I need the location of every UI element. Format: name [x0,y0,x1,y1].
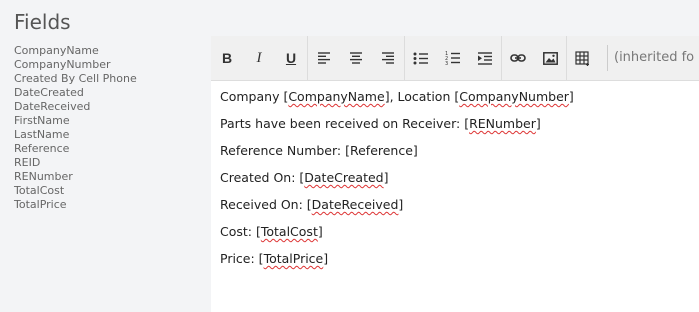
field-item[interactable]: CompanyNumber [14,58,137,72]
content-line: Received On: [DateReceived] [220,197,404,212]
field-item[interactable]: Reference [14,142,137,156]
align-right-icon [382,52,394,64]
field-item[interactable]: Created By Cell Phone [14,72,137,86]
indent-button[interactable] [469,36,501,80]
link-icon [510,54,526,62]
insert-group [502,36,567,80]
align-group [308,36,405,80]
fields-title: Fields [14,10,71,34]
fields-list: CompanyName CompanyNumber Created By Cel… [14,44,137,212]
field-item[interactable]: RENumber [14,170,137,184]
placeholder-tag: DateCreated [304,170,384,185]
placeholder-tag: DateReceived [311,197,399,212]
svg-text:3: 3 [445,61,448,65]
field-item[interactable]: LastName [14,128,137,142]
format-group: B I U [211,36,308,80]
placeholder-tag: RENumber [469,116,536,131]
placeholder-tag: TotalCost [260,224,318,239]
placeholder-tag: CompanyNumber [459,89,569,104]
placeholder-tag: CompanyName [288,89,385,104]
content-line: Cost: [TotalCost] [220,224,323,239]
align-center-icon [350,52,362,64]
underline-button[interactable]: U [275,36,307,80]
insert-image-button[interactable] [534,36,566,80]
content-line: Company [CompanyName], Location [Company… [220,89,574,104]
bold-button[interactable]: B [211,36,243,80]
field-item[interactable]: TotalPrice [14,198,137,212]
numbered-list-icon: 123 [445,51,460,65]
insert-table-button[interactable] [567,36,599,80]
field-item[interactable]: TotalCost [14,184,137,198]
field-item[interactable]: FirstName [14,114,137,128]
align-center-button[interactable] [340,36,372,80]
italic-button[interactable]: I [243,36,275,80]
align-left-button[interactable] [308,36,340,80]
font-family-select[interactable]: (inherited fo [607,45,699,71]
content-line: Parts have been received on Receiver: [R… [220,116,541,131]
image-icon [542,51,558,65]
placeholder-tag: TotalPrice [263,251,324,266]
align-left-icon [318,52,330,64]
indent-icon [478,51,492,65]
content-line: Price: [TotalPrice] [220,251,329,266]
table-icon [575,50,589,66]
insert-link-button[interactable] [502,36,534,80]
bullet-list-button[interactable] [405,36,437,80]
align-right-button[interactable] [372,36,404,80]
list-group: 123 [405,36,502,80]
field-item[interactable]: DateReceived [14,100,137,114]
table-group [567,36,599,80]
content-line: Reference Number: [Reference] [220,143,418,158]
field-item[interactable]: CompanyName [14,44,137,58]
rich-text-editor: B I U 123 (inherited fo Company [Company… [211,36,699,312]
bullet-list-icon [413,52,428,64]
editor-content[interactable]: Company [CompanyName], Location [Company… [220,88,574,277]
field-item[interactable]: DateCreated [14,86,137,100]
fields-panel: Fields CompanyName CompanyNumber Created… [0,0,210,312]
field-item[interactable]: REID [14,156,137,170]
editor-toolbar: B I U 123 (inherited fo [211,36,699,81]
content-line: Created On: [DateCreated] [220,170,389,185]
numbered-list-button[interactable]: 123 [437,36,469,80]
